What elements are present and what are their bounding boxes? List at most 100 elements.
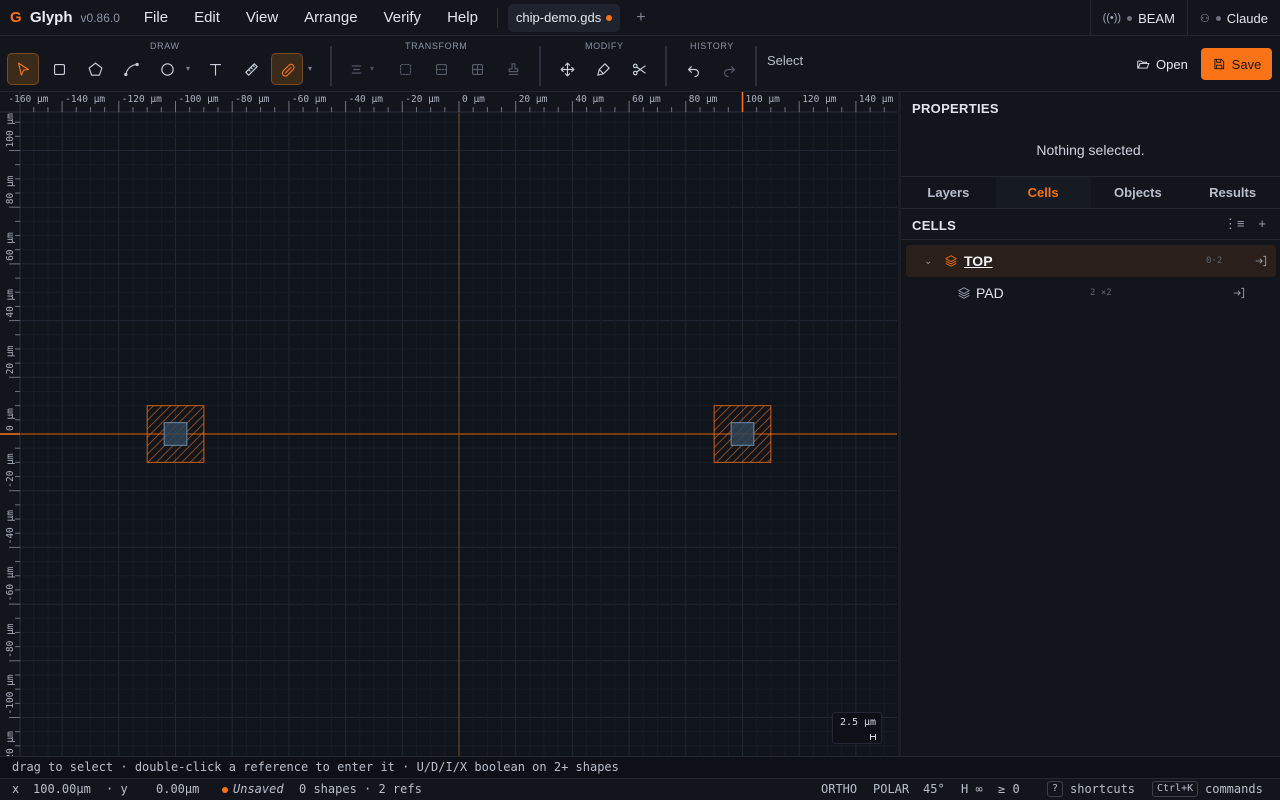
app-brand: G Glyph v0.86.0 xyxy=(10,9,120,26)
polar-toggle[interactable]: POLAR xyxy=(873,782,909,796)
menu-bar-status: ((•)) BEAM ⚇ Claude xyxy=(1089,0,1280,36)
pad-inner-1 xyxy=(163,422,188,446)
redo-button[interactable] xyxy=(713,53,745,85)
cursor-x-label: x xyxy=(12,782,20,796)
scale-indicator: 2.5 µm xyxy=(832,712,882,744)
tab-cells[interactable]: Cells xyxy=(995,177,1091,208)
snap-magnet-button[interactable] xyxy=(271,53,303,85)
unsaved-dot-icon xyxy=(606,14,613,21)
save-state: Unsaved xyxy=(233,782,284,796)
open-label: Open xyxy=(1156,56,1188,72)
ruler-x-tick-label: -20 µm xyxy=(405,94,440,105)
polygon-tool-button[interactable] xyxy=(79,53,111,85)
add-cell-icon[interactable]: + xyxy=(1258,216,1266,232)
ruler-y-tick-label: -120 µm xyxy=(5,731,16,756)
select-tool-button[interactable] xyxy=(7,53,39,85)
scale-bar xyxy=(870,734,876,740)
layout-canvas[interactable]: -160 µm -140 µm -120 µm -100 µm -80 µm -60 µm… xyxy=(0,92,897,756)
cell-name-top: TOP xyxy=(964,253,993,269)
shortcuts-link[interactable]: shortcuts xyxy=(1070,782,1135,796)
main-menu: File Edit View Arrange Verify Help xyxy=(142,9,491,26)
chevron-down-icon[interactable]: ⌄ xyxy=(924,256,932,267)
app-name: Glyph xyxy=(30,9,73,26)
menu-help[interactable]: Help xyxy=(434,9,491,26)
distribute-button[interactable] xyxy=(425,53,457,85)
min-setting[interactable]: ≥ 0 xyxy=(998,782,1020,796)
commands-link[interactable]: commands xyxy=(1205,782,1263,796)
cut-button[interactable] xyxy=(623,53,655,85)
cell-meta-top: 0·2 xyxy=(1206,256,1223,266)
shortcuts-key[interactable]: ? xyxy=(1047,781,1064,797)
ruler-x-tick-label: -160 µm xyxy=(8,94,48,105)
beam-status[interactable]: ((•)) BEAM xyxy=(1091,11,1187,26)
move-button[interactable] xyxy=(551,53,583,85)
canvas-drawing[interactable]: -160 µm -140 µm -120 µm -100 µm -80 µm -60 µm… xyxy=(0,92,897,756)
path-tool-button[interactable] xyxy=(115,53,147,85)
app-version: v0.86.0 xyxy=(80,10,120,25)
align-button[interactable] xyxy=(340,53,372,85)
flip-button[interactable] xyxy=(389,53,421,85)
menu-edit[interactable]: Edit xyxy=(181,9,233,26)
circle-tool-button[interactable] xyxy=(151,53,183,85)
beam-label: BEAM xyxy=(1138,10,1175,26)
ruler-x-tick-label: 120 µm xyxy=(802,94,837,105)
document-tab[interactable]: chip-demo.gds xyxy=(507,3,621,32)
ruler-x-tick-label: 40 µm xyxy=(575,94,604,105)
commands-key[interactable]: Ctrl+K xyxy=(1152,781,1199,797)
undo-icon xyxy=(687,65,699,77)
enter-cell-icon[interactable] xyxy=(1254,254,1268,268)
ruler-y-tick-label: 20 µm xyxy=(5,345,16,374)
ruler-x-tick-label: -80 µm xyxy=(235,94,270,105)
text-tool-button[interactable] xyxy=(199,53,231,85)
cell-name-pad: PAD xyxy=(976,285,1004,301)
group-label-history: HISTORY xyxy=(690,41,734,51)
save-label: Save xyxy=(1231,56,1262,72)
floppy-disk-icon xyxy=(1214,58,1224,70)
paint-brush-icon xyxy=(596,62,610,76)
right-panel: PROPERTIES Nothing selected. Layers Cell… xyxy=(898,92,1280,756)
ruler-icon xyxy=(244,62,258,76)
flip-frame-icon xyxy=(399,63,411,75)
open-button[interactable]: Open xyxy=(1126,48,1198,80)
object-counts: 0 shapes · 2 refs xyxy=(299,782,422,796)
tab-layers[interactable]: Layers xyxy=(901,177,996,208)
save-button[interactable]: Save xyxy=(1201,48,1272,80)
tab-results[interactable]: Results xyxy=(1185,177,1280,208)
menu-view[interactable]: View xyxy=(233,9,291,26)
ortho-toggle[interactable]: ORTHO xyxy=(821,782,857,796)
circle-tool-chevron-down-icon[interactable]: ▾ xyxy=(186,64,190,73)
cursor-y-value: 0.00µm xyxy=(156,782,200,796)
scissors-icon xyxy=(632,63,646,75)
align-chevron-down-icon[interactable]: ▾ xyxy=(370,64,374,73)
cells-hierarchy-icon[interactable]: ⋮≡ xyxy=(1224,216,1245,232)
menu-verify[interactable]: Verify xyxy=(371,9,435,26)
snap-angle[interactable]: 45° xyxy=(923,782,945,796)
group-label-transform: TRANSFORM xyxy=(405,41,468,51)
stamp-button[interactable] xyxy=(497,53,529,85)
menu-file[interactable]: File xyxy=(142,9,181,26)
toolbar-divider xyxy=(755,46,757,86)
agent-status[interactable]: ⚇ Claude xyxy=(1188,11,1280,26)
ruler-x-tick-label: 140 µm xyxy=(859,94,894,105)
ruler-x-tick-label: 60 µm xyxy=(632,94,661,105)
hint-bar: drag to select · double-click a referenc… xyxy=(0,756,1280,778)
ruler-tool-button[interactable] xyxy=(235,53,267,85)
enter-cell-icon[interactable] xyxy=(1232,286,1246,300)
cell-meta-pad: 2 ×2 xyxy=(1090,288,1112,298)
tab-objects[interactable]: Objects xyxy=(1091,177,1186,208)
grid-array-icon xyxy=(471,63,483,75)
rectangle-tool-button[interactable] xyxy=(43,53,75,85)
ruler-x-tick-label: -140 µm xyxy=(65,94,105,105)
cell-row-pad[interactable]: PAD 2 ×2 xyxy=(906,277,1276,309)
h-setting[interactable]: H ∞ xyxy=(961,782,983,796)
pad-inner-2 xyxy=(730,422,755,446)
distribute-icon xyxy=(435,63,447,75)
menu-arrange[interactable]: Arrange xyxy=(291,9,370,26)
snap-chevron-down-icon[interactable]: ▾ xyxy=(308,64,312,73)
redo-icon xyxy=(723,65,735,77)
new-tab-button[interactable]: + xyxy=(636,9,645,27)
paint-button[interactable] xyxy=(587,53,619,85)
array-button[interactable] xyxy=(461,53,493,85)
undo-button[interactable] xyxy=(677,53,709,85)
cell-row-top[interactable]: ⌄ TOP 0·2 xyxy=(906,245,1276,277)
